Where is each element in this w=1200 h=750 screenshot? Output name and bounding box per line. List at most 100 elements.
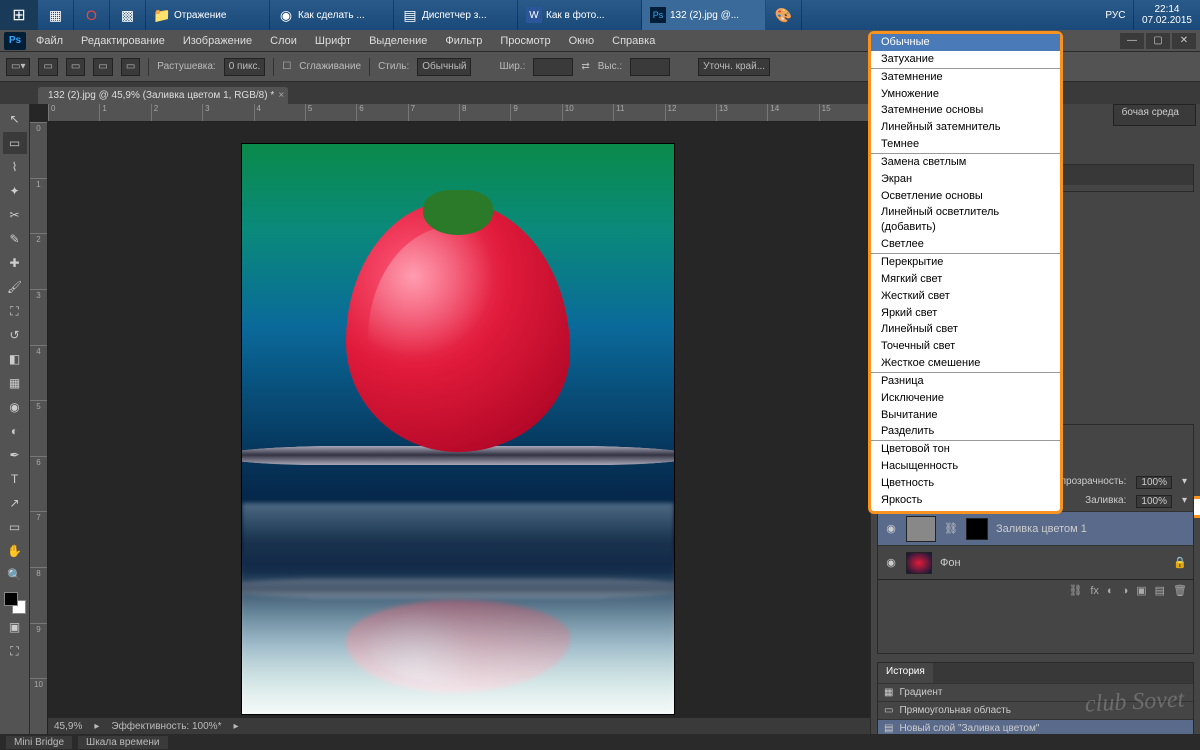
maximize-button[interactable]: ▢ bbox=[1146, 33, 1170, 49]
taskbar-app[interactable]: WКак в фото... bbox=[518, 0, 642, 30]
history-brush-tool[interactable]: ↺ bbox=[3, 324, 27, 346]
taskbar-app[interactable]: Ps132 (2).jpg @... bbox=[642, 0, 766, 30]
minimize-button[interactable]: — bbox=[1120, 33, 1144, 49]
blend-mode-item[interactable]: Светлее bbox=[871, 236, 1060, 253]
document-tab[interactable]: 132 (2).jpg @ 45,9% (Заливка цветом 1, R… bbox=[38, 87, 288, 104]
taskbar-app[interactable]: ◉Как сделать ... bbox=[270, 0, 394, 30]
blend-mode-item[interactable]: Обычные bbox=[871, 34, 1060, 51]
feather-input[interactable]: 0 пикс. bbox=[224, 58, 266, 76]
taskbar-app[interactable]: 📁Отражение bbox=[146, 0, 270, 30]
chevron-down-icon[interactable]: ▾ bbox=[1182, 495, 1187, 508]
zoom-level[interactable]: 45,9% bbox=[54, 721, 82, 732]
blend-mode-item[interactable]: Осветление основы bbox=[871, 188, 1060, 205]
tool-preset[interactable]: ▭▾ bbox=[6, 58, 30, 76]
eyedropper-tool[interactable]: ✎ bbox=[3, 228, 27, 250]
blend-mode-item[interactable]: Вычитание bbox=[871, 407, 1060, 424]
blend-mode-item[interactable]: Яркость bbox=[871, 492, 1060, 509]
marquee-tool[interactable]: ▭ bbox=[3, 132, 27, 154]
width-input[interactable] bbox=[533, 58, 573, 76]
history-row[interactable]: ▭Прямоугольная область bbox=[878, 701, 1193, 719]
menu-item[interactable]: Шрифт bbox=[307, 33, 359, 49]
brush-tool[interactable]: 🖌 bbox=[3, 276, 27, 298]
visibility-icon[interactable]: ◉ bbox=[884, 556, 898, 569]
menu-item[interactable]: Слои bbox=[262, 33, 305, 49]
menu-item[interactable]: Редактирование bbox=[73, 33, 173, 49]
blend-mode-item[interactable]: Затемнение bbox=[871, 69, 1060, 86]
blend-mode-item[interactable]: Точечный свет bbox=[871, 338, 1060, 355]
lasso-tool[interactable]: ⌇ bbox=[3, 156, 27, 178]
path-tool[interactable]: ↗ bbox=[3, 492, 27, 514]
taskbar-app[interactable]: 🎨 bbox=[766, 0, 802, 30]
chevron-right-icon[interactable]: ▸ bbox=[94, 721, 99, 732]
screenmode-toggle[interactable]: ⛶ bbox=[3, 640, 27, 662]
quickmask-toggle[interactable]: ▣ bbox=[3, 616, 27, 638]
tray-clock[interactable]: 22:14 07.02.2015 bbox=[1134, 0, 1200, 30]
workspace-selector[interactable]: бочая среда bbox=[1113, 104, 1196, 126]
crop-tool[interactable]: ✂ bbox=[3, 204, 27, 226]
taskbar-app[interactable]: O bbox=[74, 0, 110, 30]
layer-mask-thumb[interactable] bbox=[966, 518, 988, 540]
group-icon[interactable]: ▣ bbox=[1136, 584, 1146, 597]
link-icon[interactable]: ⛓ bbox=[1068, 584, 1082, 597]
blur-tool[interactable]: ◉ bbox=[3, 396, 27, 418]
stamp-tool[interactable]: ⛶ bbox=[3, 300, 27, 322]
blend-mode-item[interactable]: Линейный осветлитель (добавить) bbox=[871, 204, 1060, 236]
layer-thumb[interactable] bbox=[906, 516, 936, 542]
checkbox-icon[interactable]: ☐ bbox=[282, 61, 291, 72]
blend-mode-item[interactable]: Затухание bbox=[871, 51, 1060, 68]
new-layer-icon[interactable]: ▤ bbox=[1155, 584, 1165, 597]
layer-name[interactable]: Фон bbox=[940, 557, 961, 569]
menu-item[interactable]: Окно bbox=[561, 33, 603, 49]
marquee-mode[interactable]: ▭ bbox=[38, 58, 57, 76]
blend-mode-item[interactable]: Жесткий свет bbox=[871, 288, 1060, 305]
menu-item[interactable]: Справка bbox=[604, 33, 663, 49]
trash-icon[interactable]: 🗑 bbox=[1173, 584, 1187, 597]
menu-item[interactable]: Файл bbox=[28, 33, 71, 49]
close-button[interactable]: ✕ bbox=[1172, 33, 1196, 49]
blend-mode-item[interactable]: Умножение bbox=[871, 86, 1060, 103]
fill-input[interactable]: 100% bbox=[1136, 495, 1172, 508]
chevron-right-icon[interactable]: ▸ bbox=[233, 721, 238, 732]
fx-icon[interactable]: fx bbox=[1090, 585, 1099, 597]
type-tool[interactable]: T bbox=[3, 468, 27, 490]
blend-mode-item[interactable]: Яркий свет bbox=[871, 305, 1060, 322]
blend-mode-item[interactable]: Замена светлым bbox=[871, 154, 1060, 171]
swap-icon[interactable]: ⇄ bbox=[581, 61, 589, 72]
menu-item[interactable]: Выделение bbox=[361, 33, 435, 49]
layer-row[interactable]: ◉ ⛓ Заливка цветом 1 bbox=[878, 511, 1193, 545]
move-tool[interactable]: ↖ bbox=[3, 108, 27, 130]
blend-mode-item[interactable]: Линейный затемнитель bbox=[871, 119, 1060, 136]
blend-mode-item[interactable]: Цветность bbox=[871, 475, 1060, 492]
eraser-tool[interactable]: ◧ bbox=[3, 348, 27, 370]
marquee-int[interactable]: ▭ bbox=[121, 58, 140, 76]
hand-tool[interactable]: ✋ bbox=[3, 540, 27, 562]
blend-mode-item[interactable]: Мягкий свет bbox=[871, 271, 1060, 288]
blend-mode-item[interactable]: Разница bbox=[871, 373, 1060, 390]
wand-tool[interactable]: ✦ bbox=[3, 180, 27, 202]
dodge-tool[interactable]: ◐ bbox=[3, 420, 27, 442]
refine-edge-button[interactable]: Уточн. край... bbox=[698, 58, 770, 76]
gradient-tool[interactable]: ▦ bbox=[3, 372, 27, 394]
blend-mode-item[interactable]: Исключение bbox=[871, 390, 1060, 407]
taskbar-app[interactable]: ▤Диспетчер з... bbox=[394, 0, 518, 30]
height-input[interactable] bbox=[630, 58, 670, 76]
pen-tool[interactable]: ✒ bbox=[3, 444, 27, 466]
mask-icon[interactable]: ◐ bbox=[1107, 585, 1114, 597]
tray-lang[interactable]: РУС bbox=[1098, 0, 1134, 30]
shape-tool[interactable]: ▭ bbox=[3, 516, 27, 538]
menu-item[interactable]: Изображение bbox=[175, 33, 260, 49]
marquee-sub[interactable]: ▭ bbox=[93, 58, 112, 76]
bottom-tab[interactable]: Шкала времени bbox=[78, 736, 167, 749]
bottom-tab[interactable]: Mini Bridge bbox=[6, 736, 72, 749]
app-icon[interactable]: Ps bbox=[4, 32, 26, 50]
adjustment-icon[interactable]: ◑ bbox=[1122, 585, 1129, 597]
opacity-input[interactable]: 100% bbox=[1136, 476, 1172, 489]
document-canvas[interactable] bbox=[242, 144, 674, 714]
blend-mode-item[interactable]: Затемнение основы bbox=[871, 102, 1060, 119]
taskbar-app[interactable]: ▦ bbox=[38, 0, 74, 30]
blend-mode-item[interactable]: Линейный свет bbox=[871, 321, 1060, 338]
taskbar-app[interactable]: ▩ bbox=[110, 0, 146, 30]
panel-tab[interactable]: История bbox=[878, 663, 933, 683]
color-swatches[interactable] bbox=[4, 592, 26, 614]
link-icon[interactable]: ⛓ bbox=[944, 522, 958, 535]
